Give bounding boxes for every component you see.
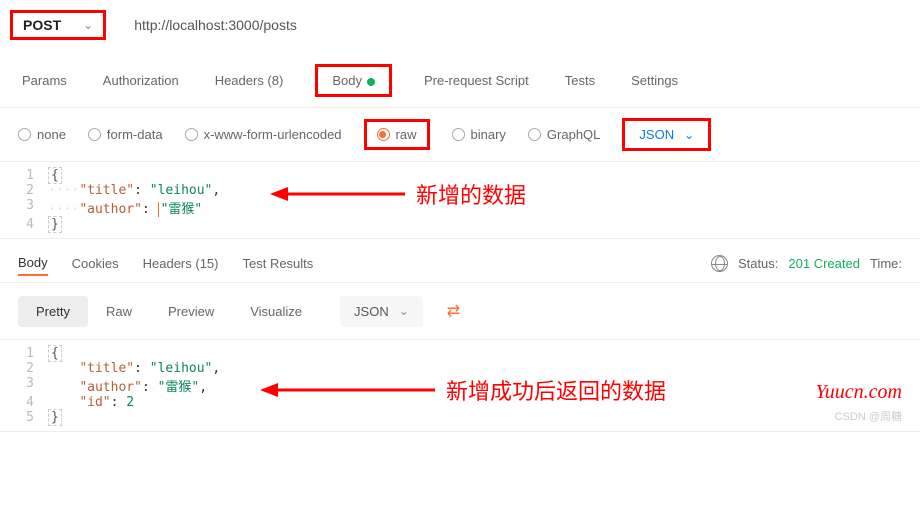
response-format-selector[interactable]: JSON⌄	[340, 296, 423, 327]
line-number: 4	[0, 395, 48, 410]
radio-icon	[528, 128, 541, 141]
tab-params[interactable]: Params	[18, 69, 71, 92]
chevron-down-icon: ⌄	[399, 304, 409, 318]
radio-icon	[185, 128, 198, 141]
http-method: POST	[23, 17, 61, 33]
radio-icon	[18, 128, 31, 141]
radio-none[interactable]: none	[18, 127, 66, 142]
annotation-response-data: 新增成功后返回的数据	[260, 374, 666, 406]
response-tab-body[interactable]: Body	[18, 251, 48, 276]
line-number: 2	[0, 183, 48, 198]
response-tab-cookies[interactable]: Cookies	[72, 252, 119, 275]
line-number: 4	[0, 217, 48, 232]
radio-urlencoded[interactable]: x-www-form-urlencoded	[185, 127, 342, 142]
request-body-editor[interactable]: 1{ 2····"title": "leihou", 3····"author"…	[0, 161, 920, 239]
url-input[interactable]: http://localhost:3000/posts	[134, 17, 297, 33]
body-type-selector: none form-data x-www-form-urlencoded raw…	[0, 108, 920, 161]
radio-binary[interactable]: binary	[452, 127, 506, 142]
status-label: Status:	[738, 256, 778, 271]
line-number: 5	[0, 410, 48, 425]
view-segment: Pretty Raw Preview Visualize	[18, 296, 320, 327]
dot-icon	[367, 78, 375, 86]
view-visualize[interactable]: Visualize	[232, 296, 320, 327]
line-number: 2	[0, 361, 48, 376]
response-tab-headers[interactable]: Headers (15)	[143, 252, 219, 275]
tab-authorization[interactable]: Authorization	[99, 69, 183, 92]
tab-settings[interactable]: Settings	[627, 69, 682, 92]
chevron-down-icon: ⌄	[83, 18, 93, 32]
response-tabs: Body Cookies Headers (15) Test Results S…	[0, 239, 920, 283]
radio-form-data[interactable]: form-data	[88, 127, 163, 142]
line-number: 1	[0, 168, 48, 183]
radio-icon	[452, 128, 465, 141]
method-selector[interactable]: POST ⌄	[10, 10, 106, 40]
radio-raw[interactable]: raw	[364, 119, 430, 150]
radio-icon	[88, 128, 101, 141]
watermark-site: Yuucn.com	[816, 381, 902, 404]
wrap-lines-icon[interactable]: ⇄	[437, 295, 470, 327]
tab-body[interactable]: Body	[315, 64, 392, 97]
tab-tests[interactable]: Tests	[561, 69, 599, 92]
tab-headers[interactable]: Headers (8)	[211, 69, 288, 92]
chevron-down-icon: ⌄	[684, 128, 694, 142]
status-value: 201 Created	[788, 256, 860, 271]
line-number: 3	[0, 376, 48, 395]
line-number: 3	[0, 198, 48, 217]
globe-icon[interactable]	[711, 255, 728, 272]
tab-prerequest[interactable]: Pre-request Script	[420, 69, 533, 92]
arrow-icon	[270, 179, 410, 209]
request-bar: POST ⌄ http://localhost:3000/posts	[0, 0, 920, 50]
response-view-options: Pretty Raw Preview Visualize JSON⌄ ⇄	[0, 283, 920, 339]
response-body-viewer[interactable]: 1{ 2 "title": "leihou", 3 "author": "雷猴"…	[0, 339, 920, 432]
format-selector[interactable]: JSON⌄	[622, 118, 711, 151]
request-tabs: Params Authorization Headers (8) Body Pr…	[0, 50, 920, 108]
arrow-icon	[260, 375, 440, 405]
view-pretty[interactable]: Pretty	[18, 296, 88, 327]
view-raw[interactable]: Raw	[88, 296, 150, 327]
annotation-new-data: 新增的数据	[270, 178, 526, 210]
time-label: Time:	[870, 256, 902, 271]
watermark-author: CSDN @周糖	[835, 408, 902, 424]
view-preview[interactable]: Preview	[150, 296, 232, 327]
response-tab-test-results[interactable]: Test Results	[242, 252, 313, 275]
line-number: 1	[0, 346, 48, 361]
radio-icon	[377, 128, 390, 141]
radio-graphql[interactable]: GraphQL	[528, 127, 600, 142]
